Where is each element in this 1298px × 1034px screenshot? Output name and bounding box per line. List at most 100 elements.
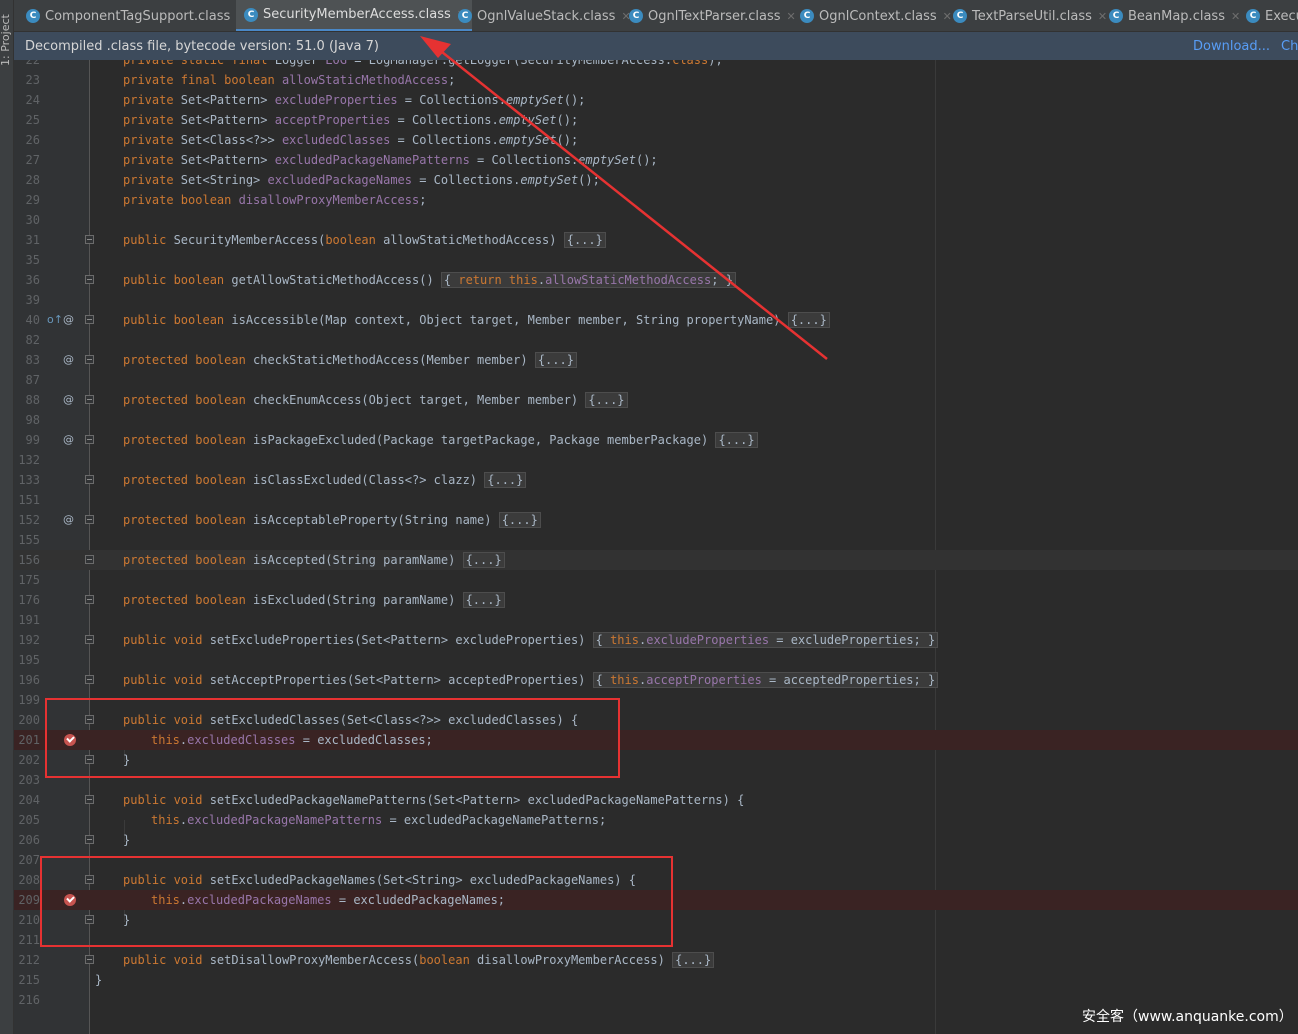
fold-toggle-icon[interactable] <box>85 555 94 564</box>
line-number: 192 <box>18 633 40 647</box>
project-tool-label[interactable]: 1: Project <box>0 4 13 66</box>
line-number: 202 <box>18 753 40 767</box>
fold-toggle-icon[interactable] <box>85 315 94 324</box>
tab-ognltextparser[interactable]: C OgnlTextParser.class ✕ <box>621 0 802 31</box>
code-line[interactable]: 82 <box>14 330 1298 350</box>
code-line[interactable]: 175 <box>14 570 1298 590</box>
code-line[interactable]: 24 private Set<Pattern> excludePropertie… <box>14 90 1298 110</box>
annotation-marker-icon[interactable]: @ <box>63 433 74 447</box>
code-line[interactable]: 40 o↑ @ public boolean isAccessible(Map … <box>14 310 1298 330</box>
code-line[interactable]: 212 public void setDisallowProxyMemberAc… <box>14 950 1298 970</box>
code-line[interactable]: 35 <box>14 250 1298 270</box>
code-line[interactable]: 206 } <box>14 830 1298 850</box>
code-line[interactable]: 39 <box>14 290 1298 310</box>
code-line[interactable]: 28 private Set<String> excludedPackageNa… <box>14 170 1298 190</box>
code-text: public SecurityMemberAccess(boolean allo… <box>123 230 606 250</box>
fold-toggle-icon[interactable] <box>85 515 94 524</box>
line-number: 151 <box>18 493 40 507</box>
fold-toggle-icon[interactable] <box>85 795 94 804</box>
code-line-current[interactable]: 156 protected boolean isAccepted(String … <box>14 550 1298 570</box>
code-line[interactable]: 99 @ protected boolean isPackageExcluded… <box>14 430 1298 450</box>
code-text: public void setDisallowProxyMemberAccess… <box>123 950 715 970</box>
annotation-marker-icon[interactable]: @ <box>63 393 74 407</box>
code-text: protected boolean isAcceptableProperty(S… <box>123 510 541 530</box>
project-tool-strip[interactable]: 1: Project <box>0 0 14 1034</box>
annotation-marker-icon[interactable]: @ <box>63 513 74 527</box>
code-line[interactable]: 88 @ protected boolean checkEnumAccess(O… <box>14 390 1298 410</box>
fold-toggle-icon[interactable] <box>85 675 94 684</box>
code-line[interactable]: 22 private static final Logger LOG = Log… <box>14 60 1298 70</box>
code-line[interactable]: 196 public void setAcceptProperties(Set<… <box>14 670 1298 690</box>
code-line[interactable]: 133 protected boolean isClassExcluded(Cl… <box>14 470 1298 490</box>
code-line[interactable]: 215 } <box>14 970 1298 990</box>
code-line[interactable]: 36 public boolean getAllowStaticMethodAc… <box>14 270 1298 290</box>
code-line[interactable]: 30 <box>14 210 1298 230</box>
tab-execu[interactable]: C Execu <box>1238 0 1298 31</box>
choose-sources-link[interactable]: Ch <box>1281 39 1298 54</box>
line-number: 40 <box>25 313 40 327</box>
code-text: this.excludedPackageNamePatterns = exclu… <box>151 813 607 827</box>
code-line[interactable]: 195 <box>14 650 1298 670</box>
code-line[interactable]: 132 <box>14 450 1298 470</box>
code-line[interactable]: 192 public void setExcludeProperties(Set… <box>14 630 1298 650</box>
tab-beanmap[interactable]: C BeanMap.class ✕ <box>1101 0 1246 31</box>
code-line[interactable]: 27 private Set<Pattern> excludedPackageN… <box>14 150 1298 170</box>
line-number: 191 <box>18 613 40 627</box>
line-number: 36 <box>25 273 40 287</box>
fold-toggle-icon[interactable] <box>85 435 94 444</box>
fold-toggle-icon[interactable] <box>85 955 94 964</box>
tab-textparseutil[interactable]: C TextParseUtil.class ✕ <box>945 0 1113 31</box>
code-line[interactable]: 31 public SecurityMemberAccess(boolean a… <box>14 230 1298 250</box>
fold-toggle-icon[interactable] <box>85 395 94 404</box>
line-number: 209 <box>18 893 40 907</box>
line-number: 176 <box>18 593 40 607</box>
class-file-icon: C <box>800 9 814 23</box>
line-number: 28 <box>25 173 40 187</box>
download-sources-link[interactable]: Download... <box>1193 39 1270 54</box>
line-number: 88 <box>25 393 40 407</box>
code-text: public void setAcceptProperties(Set<Patt… <box>123 670 939 690</box>
code-line[interactable]: 23 private final boolean allowStaticMeth… <box>14 70 1298 90</box>
fold-toggle-icon[interactable] <box>85 635 94 644</box>
code-line[interactable]: 25 private Set<Pattern> acceptProperties… <box>14 110 1298 130</box>
line-number: 215 <box>18 973 40 987</box>
fold-toggle-icon[interactable] <box>85 355 94 364</box>
line-number: 203 <box>18 773 40 787</box>
code-line[interactable]: 155 <box>14 530 1298 550</box>
fold-toggle-icon[interactable] <box>85 475 94 484</box>
code-line[interactable]: 83 @ protected boolean checkStaticMethod… <box>14 350 1298 370</box>
fold-toggle-icon[interactable] <box>85 595 94 604</box>
code-line[interactable]: 87 <box>14 370 1298 390</box>
code-line[interactable]: 151 <box>14 490 1298 510</box>
tab-label: OgnlValueStack.class <box>477 8 616 24</box>
line-number: 29 <box>25 193 40 207</box>
class-file-icon: C <box>458 9 472 23</box>
annotation-marker-icon[interactable]: @ <box>63 353 74 367</box>
banner-text: Decompiled .class file, bytecode version… <box>25 38 379 54</box>
code-line[interactable]: 26 private Set<Class<?>> excludedClasses… <box>14 130 1298 150</box>
tab-ognlcontext[interactable]: C OgnlContext.class ✕ <box>792 0 958 31</box>
line-number: 208 <box>18 873 40 887</box>
tab-label: OgnlTextParser.class <box>648 8 781 24</box>
code-line[interactable]: 152 @ protected boolean isAcceptableProp… <box>14 510 1298 530</box>
fold-toggle-icon[interactable] <box>85 275 94 284</box>
tab-ognlvaluestack[interactable]: C OgnlValueStack.class ✕ <box>450 0 637 31</box>
code-line[interactable]: 204 public void setExcludedPackageNamePa… <box>14 790 1298 810</box>
code-text: } <box>95 973 103 987</box>
fold-toggle-icon[interactable] <box>85 235 94 244</box>
watermark: 安全客（www.anquanke.com） <box>1082 1009 1293 1025</box>
code-line[interactable]: 176 protected boolean isExcluded(String … <box>14 590 1298 610</box>
code-line[interactable]: 205 this.excludedPackageNamePatterns = e… <box>14 810 1298 830</box>
line-number: 87 <box>25 373 40 387</box>
code-line[interactable]: 29 private boolean disallowProxyMemberAc… <box>14 190 1298 210</box>
annotation-marker-icon[interactable]: @ <box>63 313 74 327</box>
fold-toggle-icon[interactable] <box>85 835 94 844</box>
line-number: 24 <box>25 93 40 107</box>
override-marker-icon[interactable]: o↑ <box>47 313 63 327</box>
code-line[interactable]: 191 <box>14 610 1298 630</box>
tab-componenttagsupport[interactable]: C ComponentTagSupport.class ✕ <box>18 0 252 31</box>
highlight-box-excluded-classes <box>45 698 620 778</box>
line-number: 204 <box>18 793 40 807</box>
tab-securitymemberaccess[interactable]: C SecurityMemberAccess.class ✕ <box>236 0 472 31</box>
code-line[interactable]: 98 <box>14 410 1298 430</box>
